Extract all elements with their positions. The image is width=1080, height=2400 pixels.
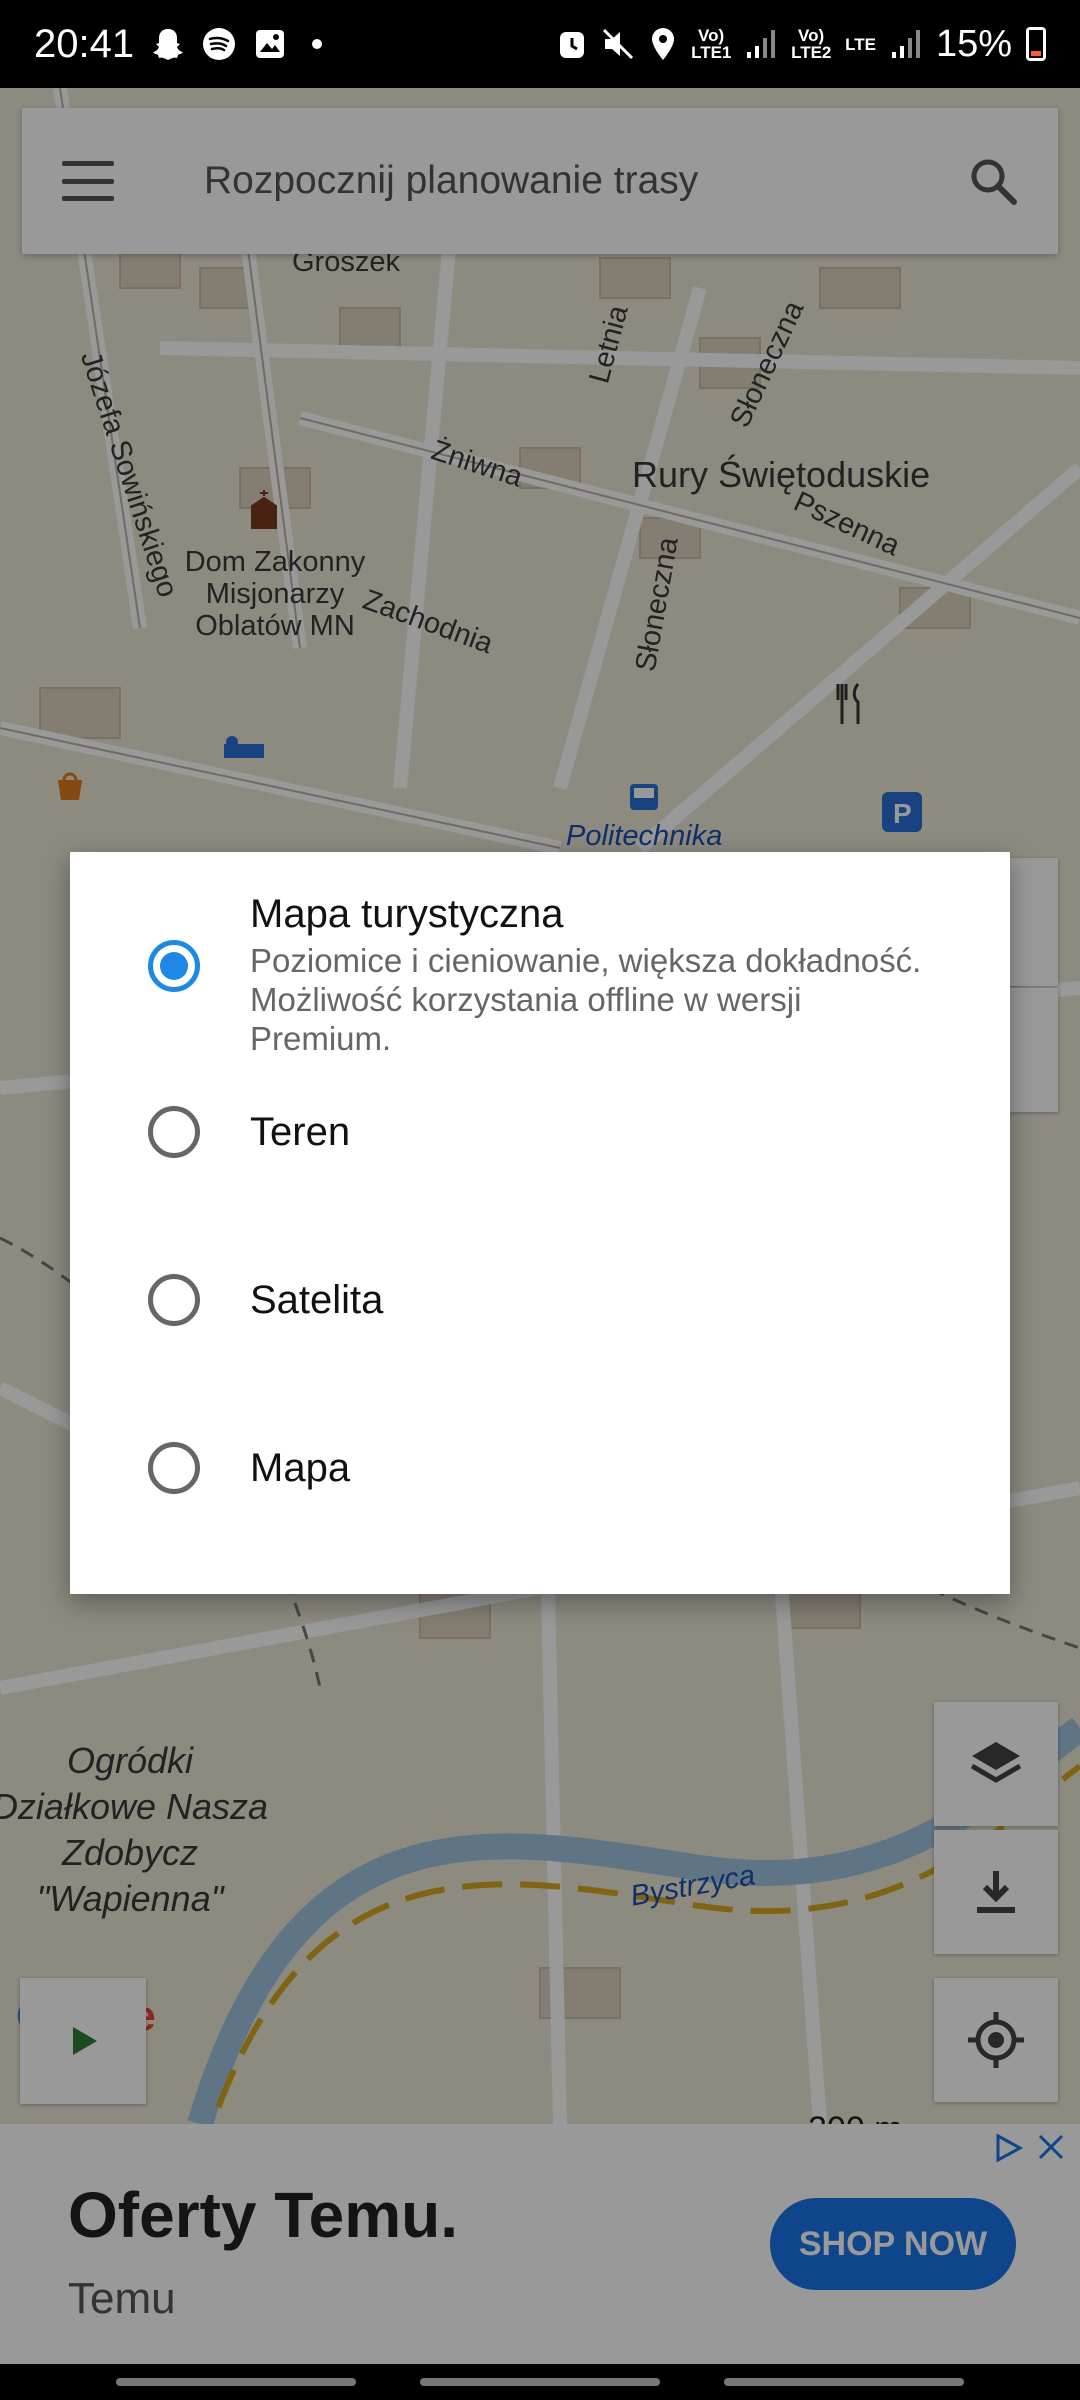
- option-title: Satelita: [250, 1278, 384, 1322]
- notification-dot-icon: [312, 39, 323, 49]
- location-icon: [652, 28, 675, 60]
- map-type-option-map[interactable]: Mapa: [70, 1428, 1010, 1568]
- map-type-dialog: Mapa turystyczna Poziomice i cieniowanie…: [70, 852, 1010, 1594]
- radio-tourist[interactable]: [148, 940, 200, 992]
- network-lte1-label: Vo) LTE1: [691, 26, 732, 62]
- map-type-option-terrain[interactable]: Teren: [70, 1092, 1010, 1232]
- option-text: Teren: [250, 1110, 950, 1155]
- spotify-icon: [203, 28, 236, 60]
- network-lte2-label: Vo) LTE2: [791, 26, 832, 62]
- nav-pill-center[interactable]: [420, 2378, 660, 2386]
- mute-icon: [603, 28, 634, 60]
- snapchat-icon: [153, 29, 184, 60]
- radio-terrain[interactable]: [148, 1106, 200, 1158]
- alarm-icon: [560, 32, 585, 58]
- radio-satellite[interactable]: [148, 1274, 200, 1326]
- option-title: Teren: [250, 1110, 351, 1154]
- status-time: 20:41: [34, 21, 135, 66]
- system-navigation-bar: [0, 2364, 1080, 2400]
- option-title: Mapa turystyczna: [250, 892, 564, 936]
- map-type-option-tourist[interactable]: Mapa turystyczna Poziomice i cieniowanie…: [70, 892, 1010, 1057]
- signal-icon-2: [891, 30, 920, 58]
- option-title: Mapa: [250, 1446, 351, 1490]
- status-left: 20:41: [34, 21, 323, 67]
- battery-percent: 15%: [935, 22, 1012, 65]
- option-description: Poziomice i cieniowanie, większa dokładn…: [250, 942, 922, 1057]
- nav-pill-left[interactable]: [116, 2378, 356, 2386]
- battery-icon: [1026, 27, 1046, 61]
- radio-map[interactable]: [148, 1442, 200, 1494]
- network-lte-label: LTE: [845, 34, 876, 54]
- gallery-icon: [256, 30, 285, 58]
- nav-pill-right[interactable]: [724, 2378, 964, 2386]
- option-text: Satelita: [250, 1278, 950, 1323]
- status-right: Vo) LTE1 Vo) LTE2 LTE 15%: [557, 23, 1046, 66]
- option-text: Mapa: [250, 1446, 950, 1491]
- map-type-option-satellite[interactable]: Satelita: [70, 1260, 1010, 1400]
- option-text: Mapa turystyczna Poziomice i cieniowanie…: [250, 892, 950, 1058]
- signal-icon: [747, 30, 776, 58]
- status-bar: 20:41 Vo) LTE1 Vo) LTE2 LTE 15%: [0, 0, 1080, 88]
